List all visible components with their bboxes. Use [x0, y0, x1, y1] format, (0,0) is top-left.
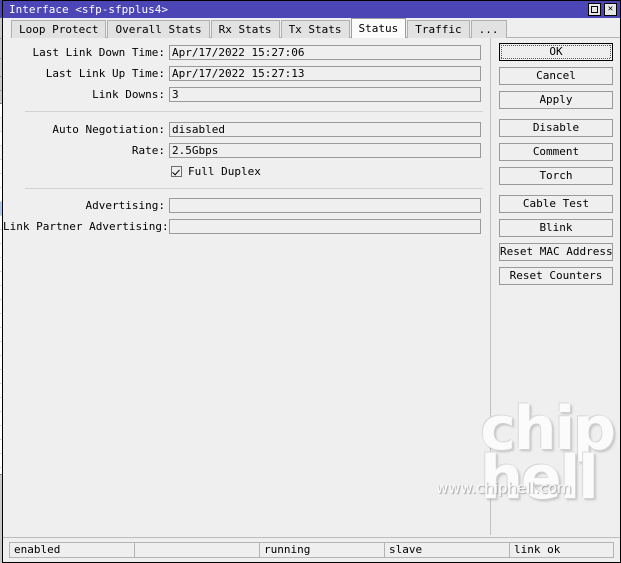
- tab-overall-stats[interactable]: Overall Stats: [107, 20, 210, 38]
- field-auto-negotiation: Auto Negotiation: disabled: [3, 121, 481, 137]
- tab-status[interactable]: Status: [350, 18, 407, 38]
- field-label: Link Partner Advertising:: [3, 219, 169, 233]
- link-downs-input[interactable]: 3: [169, 86, 481, 102]
- tab-rx-stats[interactable]: Rx Stats: [210, 20, 280, 38]
- field-label: Auto Negotiation:: [52, 122, 165, 136]
- section-divider-2: [25, 188, 483, 189]
- tab-traffic[interactable]: Traffic: [407, 20, 470, 38]
- full-duplex-label: Full Duplex: [188, 164, 261, 178]
- status-bar: enabled running slave link ok: [3, 537, 620, 562]
- full-duplex-row: Full Duplex: [3, 163, 261, 179]
- action-buttons-pane: OK Cancel Apply Disable Comment Torch Ca…: [492, 38, 620, 535]
- apply-button[interactable]: Apply: [499, 91, 613, 109]
- maximize-icon[interactable]: [588, 3, 601, 16]
- blink-button[interactable]: Blink: [499, 219, 613, 237]
- field-label: Rate:: [131, 143, 165, 157]
- field-label: Advertising:: [85, 198, 165, 212]
- field-link-partner-advertising: Link Partner Advertising:: [3, 218, 481, 234]
- status-cell-link-ok: link ok: [509, 542, 614, 558]
- interface-dialog: Interface <sfp-sfpplus4> ✕ Loop Protect …: [2, 0, 621, 563]
- auto-negotiation-input[interactable]: disabled: [169, 121, 481, 137]
- tab-tx-stats[interactable]: Tx Stats: [280, 20, 350, 38]
- reset-mac-address-button[interactable]: Reset MAC Address: [499, 243, 613, 261]
- tab-more[interactable]: ...: [470, 20, 507, 38]
- tab-bar: Loop Protect Overall Stats Rx Stats Tx S…: [3, 18, 620, 38]
- section-divider-1: [25, 111, 483, 112]
- window-controls: ✕: [588, 3, 617, 16]
- advertising-input[interactable]: [169, 197, 481, 213]
- window-titlebar: Interface <sfp-sfpplus4> ✕: [3, 1, 620, 18]
- status-form-pane: Last Link Down Time: Apr/17/2022 15:27:0…: [3, 38, 491, 535]
- last-link-up-time-input[interactable]: Apr/17/2022 15:27:13: [169, 65, 481, 81]
- full-duplex-checkbox[interactable]: [171, 165, 182, 177]
- field-last-link-up-time: Last Link Up Time: Apr/17/2022 15:27:13: [3, 65, 481, 81]
- status-cell-running: running: [259, 542, 384, 558]
- reset-counters-button[interactable]: Reset Counters: [499, 267, 613, 285]
- link-partner-advertising-input[interactable]: [169, 218, 481, 234]
- status-cell-empty: [134, 542, 259, 558]
- field-last-link-down-time: Last Link Down Time: Apr/17/2022 15:27:0…: [3, 44, 481, 60]
- status-cell-enabled: enabled: [9, 542, 134, 558]
- field-advertising: Advertising:: [3, 197, 481, 213]
- field-link-downs: Link Downs: 3: [3, 86, 481, 102]
- window-title: Interface <sfp-sfpplus4>: [9, 3, 168, 16]
- tab-loop-protect[interactable]: Loop Protect: [11, 20, 107, 38]
- disable-button[interactable]: Disable: [499, 119, 613, 137]
- last-link-down-time-input[interactable]: Apr/17/2022 15:27:06: [169, 44, 481, 60]
- status-cell-slave: slave: [384, 542, 509, 558]
- field-label: Link Downs:: [92, 87, 165, 101]
- dialog-body: Last Link Down Time: Apr/17/2022 15:27:0…: [3, 38, 620, 535]
- field-label: Last Link Up Time:: [45, 66, 165, 80]
- ok-button[interactable]: OK: [499, 43, 613, 61]
- comment-button[interactable]: Comment: [499, 143, 613, 161]
- cancel-button[interactable]: Cancel: [499, 67, 613, 85]
- field-label: Last Link Down Time:: [32, 45, 165, 59]
- field-rate: Rate: 2.5Gbps: [3, 142, 481, 158]
- torch-button[interactable]: Torch: [499, 167, 613, 185]
- close-icon[interactable]: ✕: [604, 3, 617, 16]
- cable-test-button[interactable]: Cable Test: [499, 195, 613, 213]
- rate-input[interactable]: 2.5Gbps: [169, 142, 481, 158]
